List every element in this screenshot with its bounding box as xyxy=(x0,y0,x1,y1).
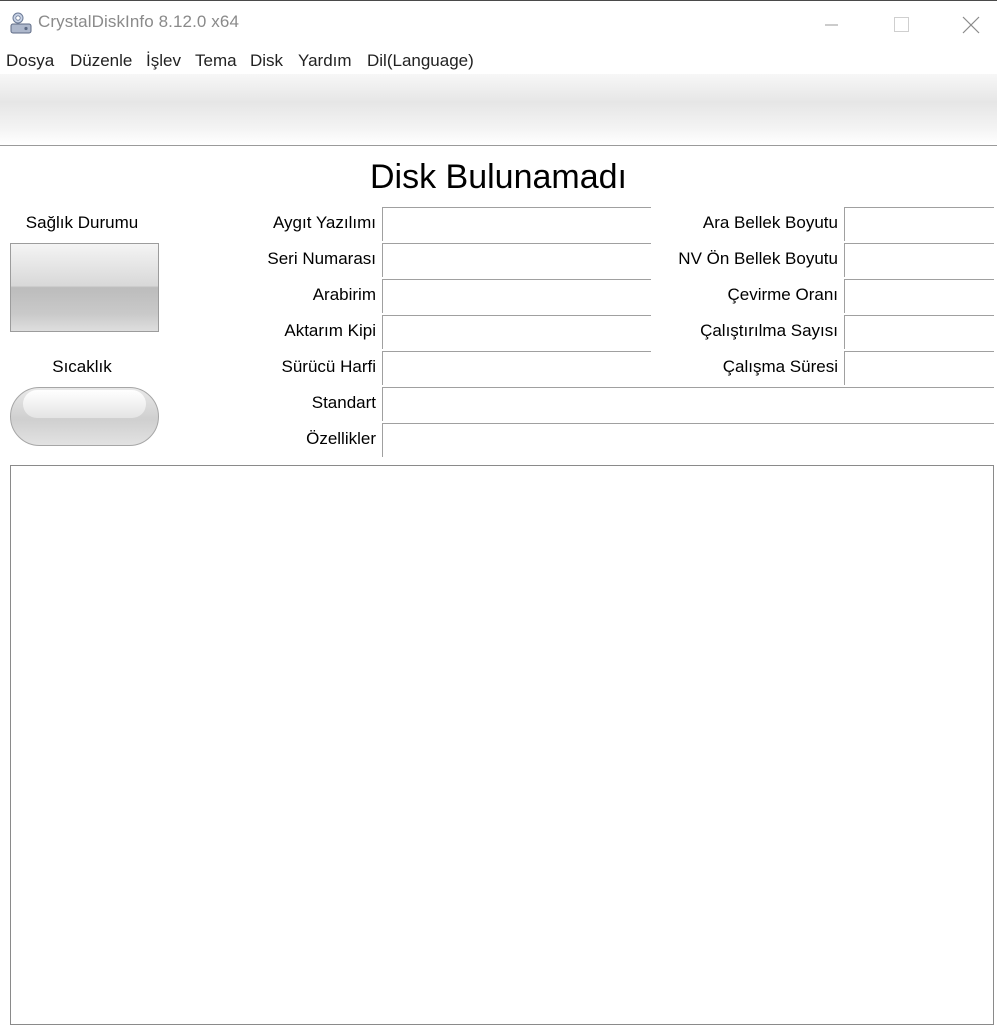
menu-disk[interactable]: Disk xyxy=(250,51,283,71)
close-icon xyxy=(962,16,980,34)
drive-toolbar xyxy=(0,74,997,146)
menu-file[interactable]: Dosya xyxy=(6,51,54,71)
maximize-icon xyxy=(894,17,909,32)
minimize-icon xyxy=(825,24,838,26)
rotation-rate-field[interactable] xyxy=(844,279,994,313)
menu-function[interactable]: İşlev xyxy=(146,51,181,71)
drive-letter-label: Sürücü Harfi xyxy=(281,357,376,376)
rotation-rate-label: Çevirme Oranı xyxy=(727,285,838,304)
serial-number-field[interactable] xyxy=(382,243,651,277)
title-bar: CrystalDiskInfo 8.12.0 x64 xyxy=(0,0,997,46)
menu-language[interactable]: Dil(Language) xyxy=(367,51,474,71)
disk-title: Disk Bulunamadı xyxy=(369,158,627,196)
menu-edit[interactable]: Düzenle xyxy=(70,51,132,71)
nv-cache-size-label: NV Ön Bellek Boyutu xyxy=(678,249,838,268)
power-on-hours-field[interactable] xyxy=(844,351,994,385)
window-title: CrystalDiskInfo 8.12.0 x64 xyxy=(38,12,240,31)
standard-field[interactable] xyxy=(382,387,994,421)
temperature-indicator[interactable] xyxy=(10,387,159,446)
power-on-count-field[interactable] xyxy=(844,315,994,349)
smart-attributes-list[interactable] xyxy=(10,465,994,1025)
standard-label: Standart xyxy=(311,393,376,412)
buffer-size-label: Ara Bellek Boyutu xyxy=(702,213,838,232)
nv-cache-size-field[interactable] xyxy=(844,243,994,277)
temperature-label: Sıcaklık xyxy=(52,357,112,376)
crystaldiskinfo-icon[interactable] xyxy=(9,11,33,35)
power-on-count-label: Çalıştırılma Sayısı xyxy=(700,321,838,340)
serial-number-label: Seri Numarası xyxy=(267,249,376,268)
firmware-label: Aygıt Yazılımı xyxy=(273,213,376,232)
maximize-button[interactable] xyxy=(871,1,931,47)
buffer-size-field[interactable] xyxy=(844,207,994,241)
menu-bar: Dosya Düzenle İşlev Tema Disk Yardım Dil… xyxy=(0,46,997,74)
health-status-indicator[interactable] xyxy=(10,243,159,332)
features-label: Özellikler xyxy=(306,429,376,448)
health-status-label: Sağlık Durumu xyxy=(25,213,139,232)
features-field[interactable] xyxy=(382,423,994,457)
drive-letter-field[interactable] xyxy=(382,351,651,385)
transfer-mode-field[interactable] xyxy=(382,315,651,349)
menu-theme[interactable]: Tema xyxy=(195,51,237,71)
transfer-mode-label: Aktarım Kipi xyxy=(284,321,376,340)
temperature-indicator-gloss xyxy=(23,390,146,418)
interface-field[interactable] xyxy=(382,279,651,313)
minimize-button[interactable] xyxy=(802,1,862,47)
firmware-field[interactable] xyxy=(382,207,651,241)
interface-label: Arabirim xyxy=(312,285,376,304)
power-on-hours-label: Çalışma Süresi xyxy=(722,357,838,376)
menu-help[interactable]: Yardım xyxy=(298,51,352,71)
close-button[interactable] xyxy=(941,1,997,47)
